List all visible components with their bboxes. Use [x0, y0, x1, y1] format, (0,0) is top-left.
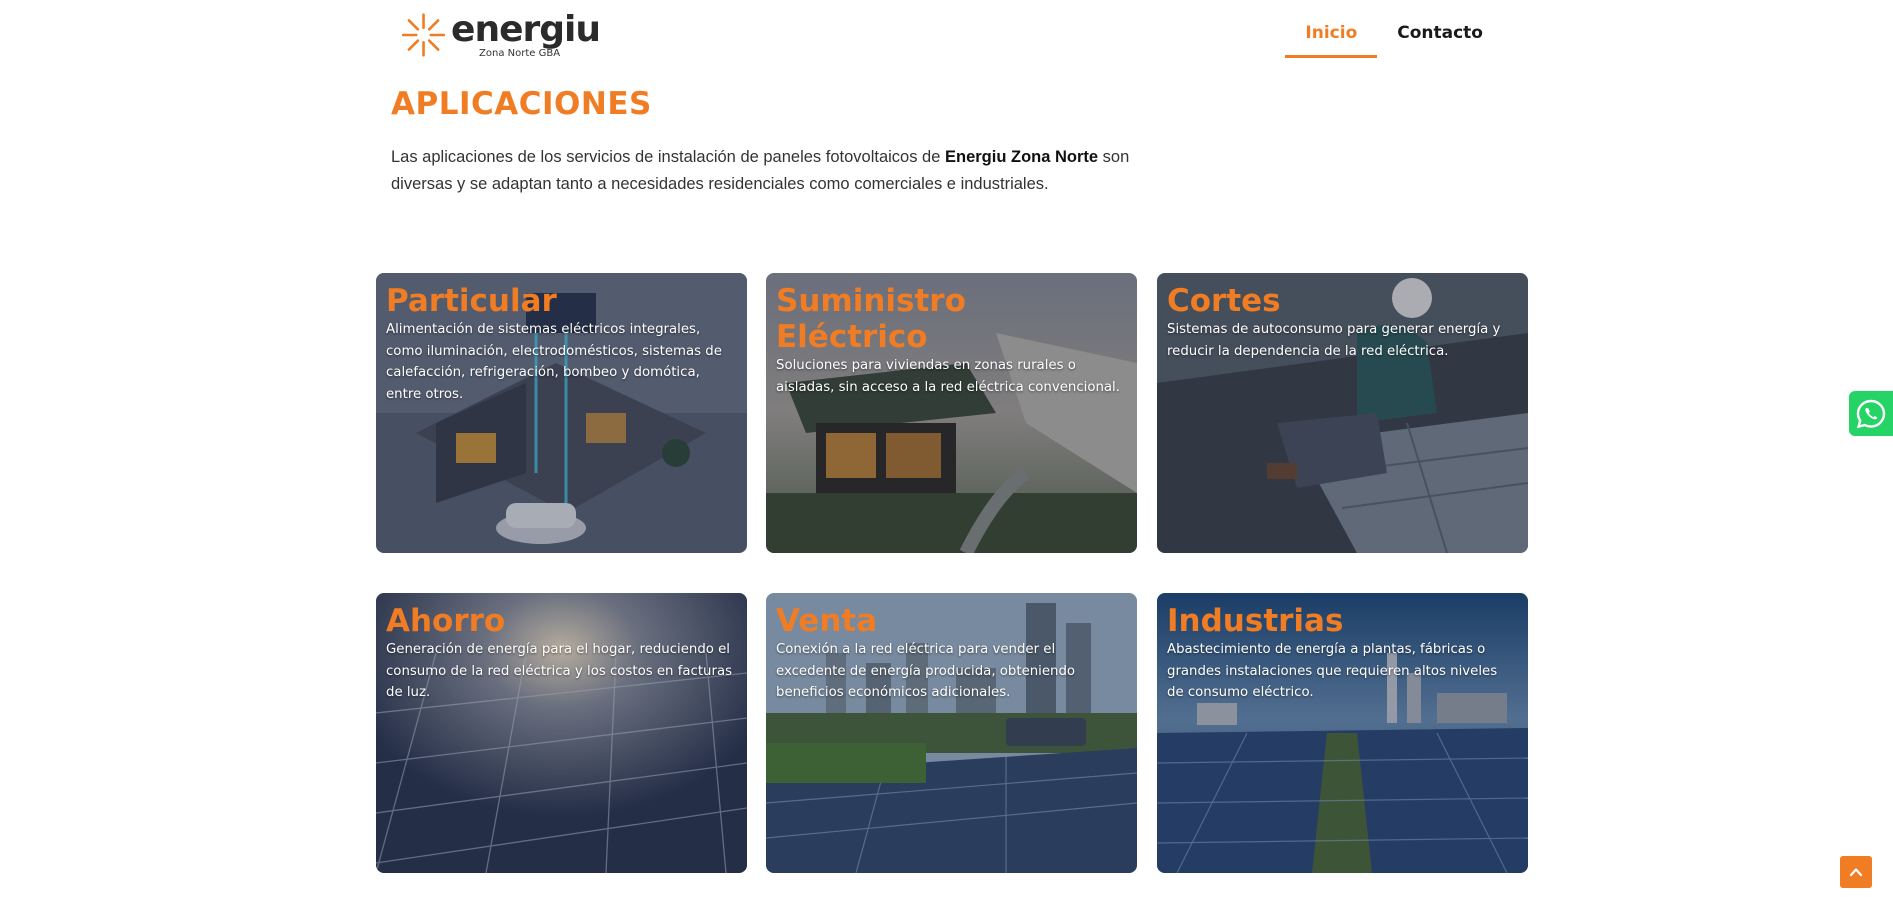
whatsapp-icon: [1856, 399, 1886, 428]
intro-text-start: Las aplicaciones de los servicios de ins…: [391, 148, 945, 166]
intro-brand-name: Energiu Zona Norte: [945, 148, 1099, 166]
scroll-to-top-button[interactable]: [1840, 856, 1872, 888]
nav-link-inicio[interactable]: Inicio: [1285, 0, 1378, 58]
card-cortes[interactable]: Cortes Sistemas de autoconsumo para gene…: [1157, 273, 1528, 553]
brand-logo[interactable]: energiu Zona Norte GBA: [400, 6, 601, 64]
card-title: Ahorro: [386, 603, 506, 639]
section-title: APLICACIONES: [391, 86, 652, 122]
card-description: Sistemas de autoconsumo para generar ene…: [1167, 322, 1501, 359]
card-particular[interactable]: Particular Alimentación de sistemas eléc…: [376, 273, 747, 553]
card-title: Suministro Eléctrico: [776, 283, 966, 355]
card-description: Soluciones para viviendas en zonas rural…: [776, 358, 1120, 395]
site-header: energiu Zona Norte GBA Inicio Contacto: [0, 0, 1893, 70]
chevron-up-icon: [1849, 868, 1863, 877]
card-ahorro[interactable]: Ahorro Generación de energía para el hog…: [376, 593, 747, 873]
card-description: Alimentación de sistemas eléctricos inte…: [386, 322, 722, 402]
card-description: Abastecimiento de energía a plantas, fáb…: [1167, 642, 1498, 700]
card-title: Industrias: [1167, 603, 1344, 639]
card-title: Cortes: [1167, 283, 1281, 319]
logo-wordmark: energiu: [451, 9, 601, 50]
sun-burst-logo-icon: [401, 13, 446, 57]
card-description: Generación de energía para el hogar, red…: [386, 642, 733, 700]
card-venta[interactable]: Venta Conexión a la red eléctrica para v…: [766, 593, 1137, 873]
whatsapp-button[interactable]: [1849, 391, 1893, 436]
card-industrias[interactable]: Industrias Abastecimiento de energía a p…: [1157, 593, 1528, 873]
section-intro: Las aplicaciones de los servicios de ins…: [391, 144, 1131, 198]
card-title: Particular: [386, 283, 557, 319]
card-suministro-electrico[interactable]: Suministro Eléctrico Soluciones para viv…: [766, 273, 1137, 553]
card-title: Venta: [776, 603, 878, 639]
main-nav: Inicio Contacto: [1285, 0, 1503, 60]
nav-link-contacto[interactable]: Contacto: [1377, 0, 1503, 58]
card-description: Conexión a la red eléctrica para vender …: [776, 642, 1076, 700]
